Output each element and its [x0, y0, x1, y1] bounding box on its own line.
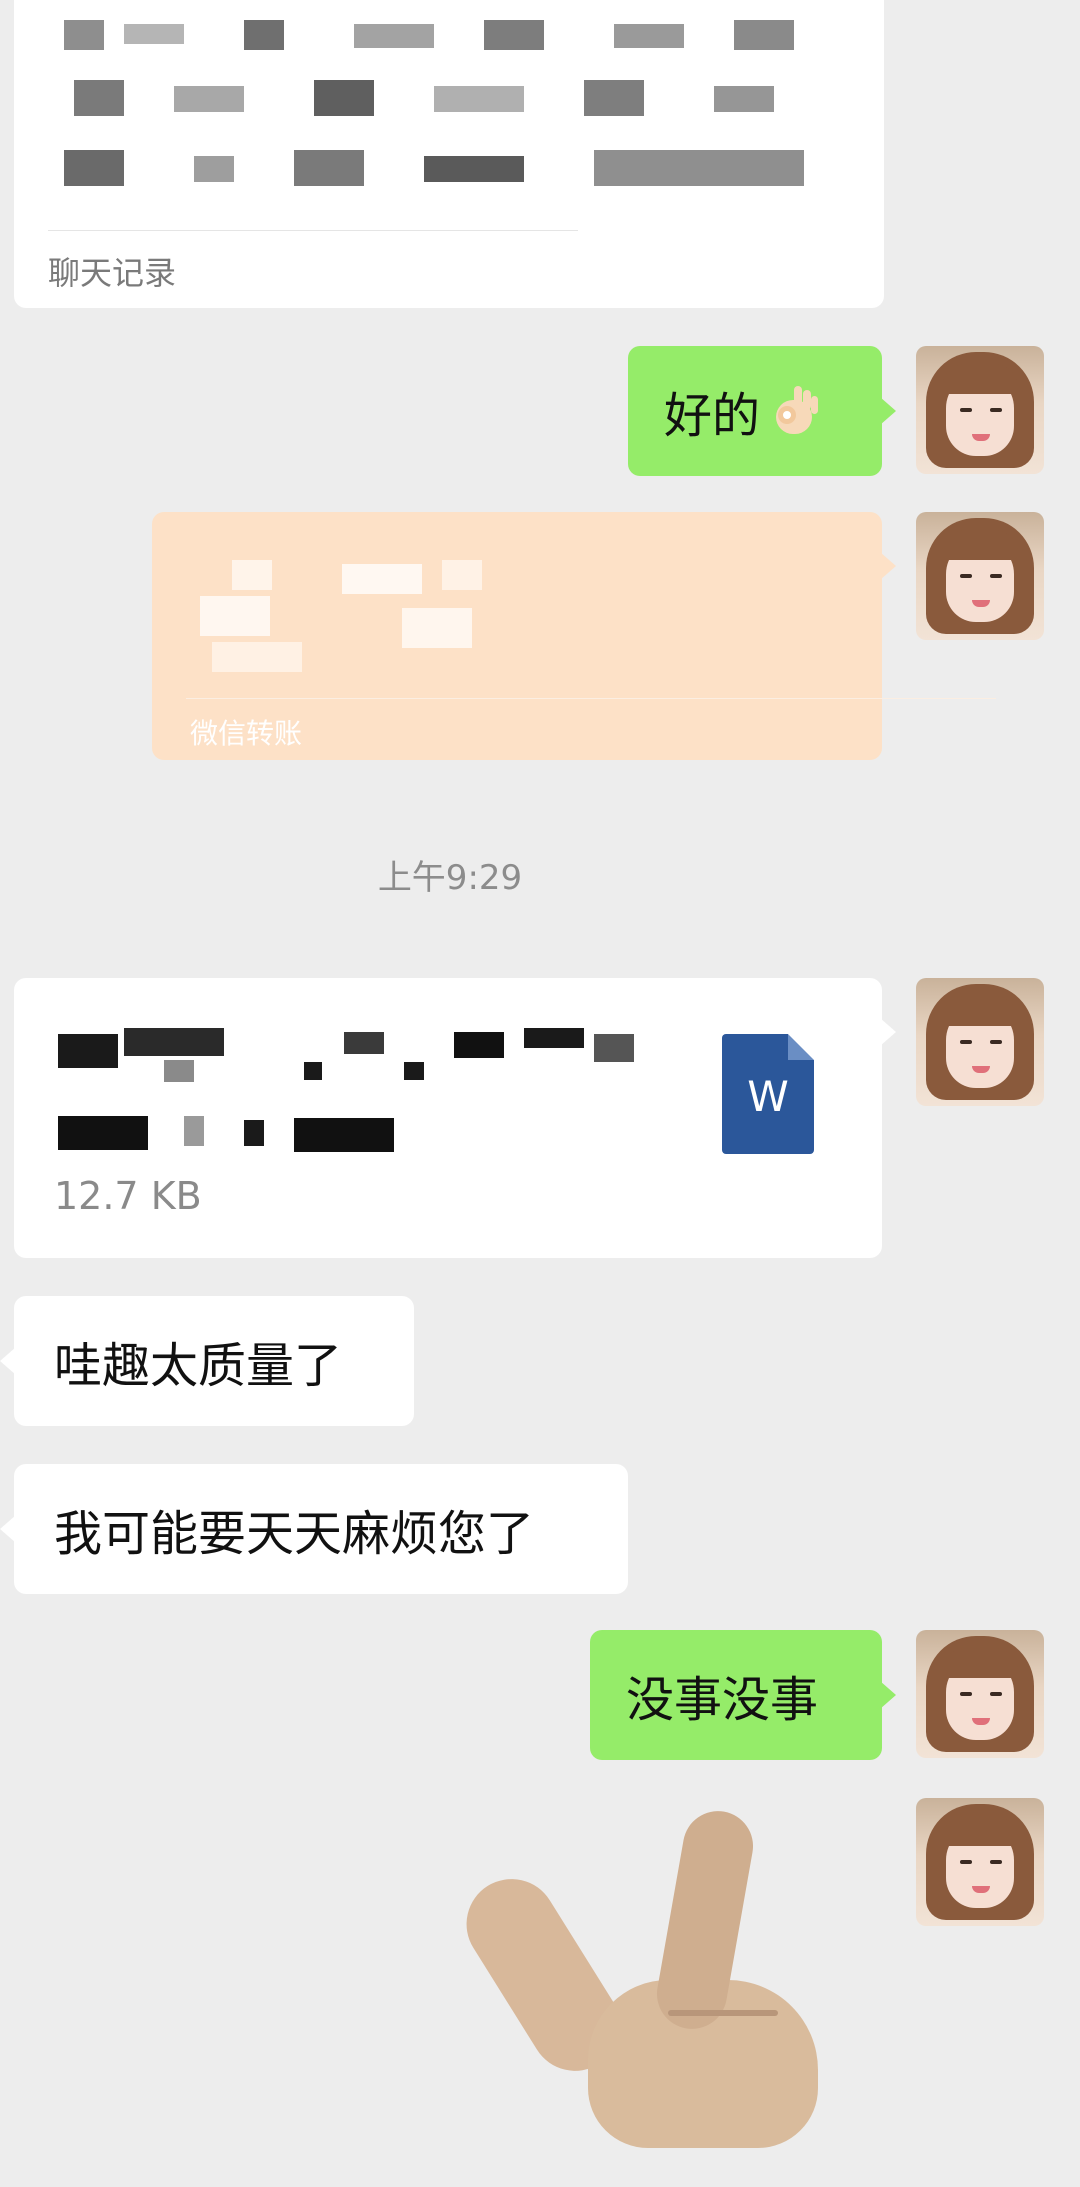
message-text: 我可能要天天麻烦您了	[54, 1506, 535, 1562]
censored-mosaic	[200, 596, 270, 636]
censored-mosaic	[194, 156, 234, 182]
censored-mosaic	[58, 1116, 148, 1150]
censored-mosaic	[434, 86, 524, 112]
censored-mosaic	[404, 1062, 424, 1080]
censored-mosaic	[342, 564, 422, 594]
censored-mosaic	[58, 1034, 118, 1068]
timestamp: 上午9:29	[377, 858, 523, 898]
censored-mosaic	[74, 80, 124, 116]
censored-mosaic	[584, 80, 644, 116]
censored-mosaic	[314, 80, 374, 116]
ok-hand-icon	[770, 386, 820, 436]
message-bubble-incoming[interactable]: 我可能要天天麻烦您了	[0, 1464, 628, 1594]
transfer-label: 微信转账	[190, 717, 303, 750]
censored-mosaic	[594, 1034, 634, 1062]
censored-mosaic	[212, 642, 302, 672]
avatar[interactable]	[916, 1798, 1044, 1926]
censored-mosaic	[232, 560, 272, 590]
censored-mosaic	[244, 20, 284, 50]
message-text: 没事没事	[626, 1672, 819, 1728]
avatar[interactable]	[916, 346, 1044, 474]
message-bubble-incoming[interactable]: 哇趣太质量了	[0, 1296, 414, 1426]
censored-mosaic	[454, 1032, 504, 1058]
avatar[interactable]	[916, 978, 1044, 1106]
finger-heart-sticker[interactable]	[449, 1805, 848, 2150]
censored-mosaic	[244, 1120, 264, 1146]
message-bubble-ok[interactable]: 好的	[628, 346, 896, 476]
censored-mosaic	[402, 608, 472, 648]
message-text: 哇趣太质量了	[54, 1338, 343, 1394]
wechat-transfer-card[interactable]: 微信转账	[152, 512, 996, 760]
avatar[interactable]	[916, 512, 1044, 640]
censored-mosaic	[304, 1062, 322, 1080]
divider	[48, 230, 578, 231]
censored-mosaic	[124, 24, 184, 44]
censored-mosaic	[484, 20, 544, 50]
word-icon-letter: W	[747, 1072, 789, 1121]
message-bubble-outgoing[interactable]: 没事没事	[590, 1630, 896, 1760]
censored-mosaic	[294, 1118, 394, 1152]
chat-history-card[interactable]: 聊天记录	[14, 0, 884, 308]
censored-mosaic	[64, 20, 104, 50]
censored-mosaic	[442, 560, 482, 590]
censored-mosaic	[424, 156, 524, 182]
message-text: 好的	[664, 388, 761, 444]
censored-mosaic	[294, 150, 364, 186]
word-document-icon: W	[722, 1034, 814, 1154]
chat-history-label: 聊天记录	[48, 254, 177, 292]
censored-mosaic	[174, 86, 244, 112]
file-message-card[interactable]: 12.7 KB W	[14, 978, 896, 1258]
censored-mosaic	[614, 24, 684, 48]
censored-mosaic	[354, 24, 434, 48]
file-size: 12.7 KB	[54, 1174, 202, 1218]
censored-mosaic	[714, 86, 774, 112]
censored-mosaic	[524, 1028, 584, 1048]
censored-mosaic	[164, 1060, 194, 1082]
censored-mosaic	[124, 1028, 224, 1056]
censored-mosaic	[344, 1032, 384, 1054]
censored-mosaic	[64, 150, 124, 186]
avatar[interactable]	[916, 1630, 1044, 1758]
censored-mosaic	[734, 20, 794, 50]
censored-mosaic	[184, 1116, 204, 1146]
divider	[186, 698, 996, 699]
censored-mosaic	[594, 150, 804, 186]
